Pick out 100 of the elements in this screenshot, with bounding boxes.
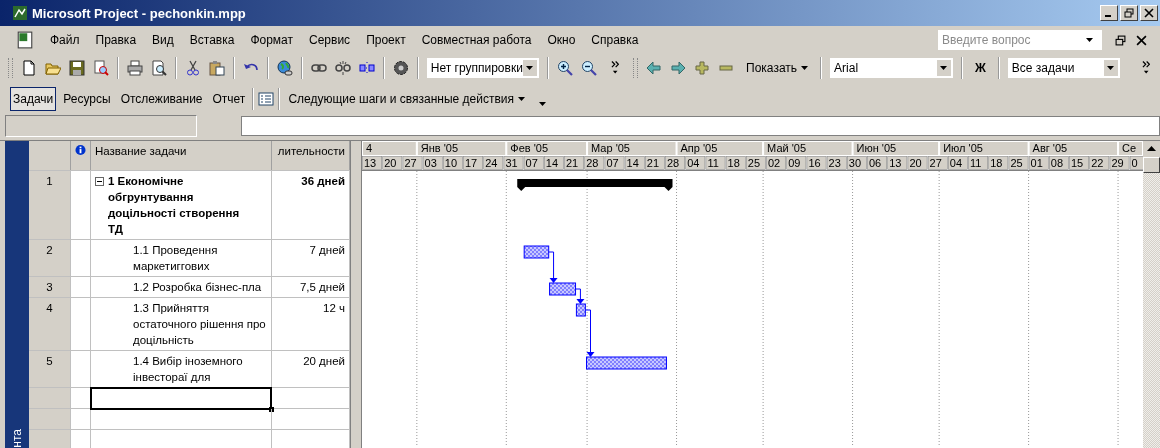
document-icon[interactable] (16, 31, 34, 49)
entry-field[interactable] (241, 116, 1160, 136)
document-magnifier-icon[interactable] (92, 60, 109, 76)
dropdown-arrow-icon[interactable] (526, 66, 534, 70)
new-document-icon[interactable] (20, 60, 37, 76)
menu-item[interactable]: Вставка (181, 33, 243, 47)
split-task-icon[interactable] (358, 60, 375, 76)
dropdown-arrow-icon[interactable] (1086, 38, 1093, 42)
month-label: 4 (366, 142, 373, 154)
task-bar[interactable] (523, 245, 550, 259)
week-label: 04 (687, 157, 700, 169)
row-number[interactable]: 4 (29, 298, 71, 350)
task-name: 1.1 Проведення маркетиггових (133, 243, 219, 274)
task-bar[interactable] (575, 303, 586, 317)
menu-item[interactable]: Файл (42, 33, 88, 47)
name-cell[interactable]: 1.3 Прийняття остаточного рішення про доцільність (91, 298, 272, 350)
dropdown-arrow-icon[interactable] (1107, 66, 1115, 70)
printer-icon[interactable] (126, 60, 143, 76)
dropdown-arrow-icon[interactable] (940, 66, 948, 70)
overflow-chevron-icon[interactable] (1141, 60, 1150, 76)
menu-item[interactable]: Вид (144, 33, 182, 47)
month-label: Мар '05 (591, 142, 630, 154)
close-icon[interactable] (1136, 34, 1147, 46)
scissors-icon[interactable] (184, 60, 201, 76)
left-arrow-icon[interactable] (646, 60, 663, 76)
right-arrow-icon[interactable] (670, 60, 687, 76)
dependency-arrow (575, 288, 585, 304)
week-label: 04 (949, 157, 963, 169)
week-label: 03 (424, 157, 437, 169)
restore-icon[interactable] (1124, 8, 1134, 18)
grouping-dropdown[interactable]: Нет группировки (426, 58, 539, 78)
minimize-button[interactable] (1100, 5, 1118, 21)
zoom-in-icon[interactable] (556, 60, 573, 76)
broken-link-icon[interactable] (334, 60, 351, 76)
next-steps-button[interactable]: Следующие шаги и связанные действия (284, 89, 530, 109)
week-label: 29 (1111, 157, 1124, 169)
restore-icon[interactable] (1115, 34, 1126, 46)
menu-item[interactable]: Проект (358, 33, 414, 47)
menu-item[interactable]: Окно (539, 33, 584, 47)
week-label: 06 (869, 157, 882, 169)
vertical-scrollbar[interactable] (1143, 141, 1160, 448)
row-number[interactable]: 2 (29, 240, 71, 276)
week-label: 30 (848, 157, 862, 169)
guide-tab[interactable]: Задачи (10, 87, 57, 111)
view-bar-label: нта (10, 428, 24, 448)
month-label: Се (1122, 142, 1137, 154)
summary-bar[interactable] (517, 179, 673, 191)
menu-item[interactable]: Формат (242, 33, 302, 47)
task-bar[interactable] (586, 356, 667, 370)
show-button[interactable]: Показать (742, 58, 813, 78)
name-cell[interactable]: 1 Економічне обгрунтування доцільності створення ТД (91, 171, 272, 239)
menu-item[interactable]: Совместная работа (413, 33, 540, 47)
week-label: 31 (505, 157, 518, 169)
guide-tab[interactable]: Отслеживание (117, 87, 206, 111)
empty-row[interactable] (29, 409, 350, 430)
column-header[interactable]: Название задачи (91, 141, 272, 170)
week-label: 25 (1010, 157, 1023, 169)
filter-dropdown[interactable]: Все задачи (1007, 58, 1120, 78)
week-label: 01 (1030, 157, 1043, 169)
row-number[interactable]: 3 (29, 277, 71, 297)
task-name: 1 Економічне обгрунтування доцільності створення ТД (108, 174, 241, 237)
task-name: 1.3 Прийняття остаточного рішення про доцільність (133, 301, 267, 348)
globe-icon[interactable] (276, 60, 293, 76)
zoom-out-icon[interactable] (580, 60, 597, 76)
gear-icon[interactable] (392, 60, 409, 76)
guide-tab[interactable]: Ресурсы (60, 87, 114, 111)
menu-item[interactable]: Справка (583, 33, 647, 47)
restore-button[interactable] (1120, 5, 1138, 21)
caret-icon[interactable] (801, 66, 809, 70)
overflow-chevron-icon[interactable] (610, 60, 620, 76)
guide-tab[interactable]: Отчет (209, 87, 249, 111)
week-label: 28 (667, 157, 680, 169)
name-cell[interactable]: 1.4 Вибір іноземного інвестораї для (91, 351, 272, 387)
menu-item[interactable]: Правка (87, 33, 145, 47)
toolbar-options-icon[interactable] (539, 102, 547, 106)
list-icon[interactable] (258, 91, 275, 107)
name-cell[interactable]: 1.1 Проведення маркетиггових (91, 240, 272, 276)
close-icon[interactable] (1144, 8, 1154, 18)
column-header[interactable]: лительности (272, 141, 350, 170)
scroll-up-icon[interactable] (1143, 141, 1160, 157)
clipboard-icon[interactable] (208, 60, 225, 76)
scroll-thumb[interactable] (1143, 157, 1160, 173)
close-button[interactable] (1140, 5, 1158, 21)
open-folder-icon[interactable] (44, 60, 61, 76)
menu-item[interactable]: Сервис (301, 33, 359, 47)
week-label: 09 (788, 157, 801, 169)
bold-button[interactable]: Ж (971, 58, 990, 78)
caret-icon[interactable] (518, 97, 526, 101)
week-label: 13 (889, 157, 902, 169)
row-number[interactable]: 5 (29, 351, 71, 387)
collapse-icon[interactable] (95, 177, 104, 186)
task-name: 1.4 Вибір іноземного інвестораї для (133, 354, 244, 385)
app-icon (12, 5, 28, 21)
plus-icon[interactable] (694, 60, 711, 76)
print-preview-icon[interactable] (150, 60, 167, 76)
font-dropdown[interactable]: Arial (830, 58, 953, 78)
task-bar[interactable] (549, 282, 577, 296)
week-label: 16 (808, 157, 821, 169)
row-number[interactable]: 1 (29, 171, 71, 239)
name-cell[interactable]: 1.2 Розробка бізнес-пла (91, 277, 272, 297)
